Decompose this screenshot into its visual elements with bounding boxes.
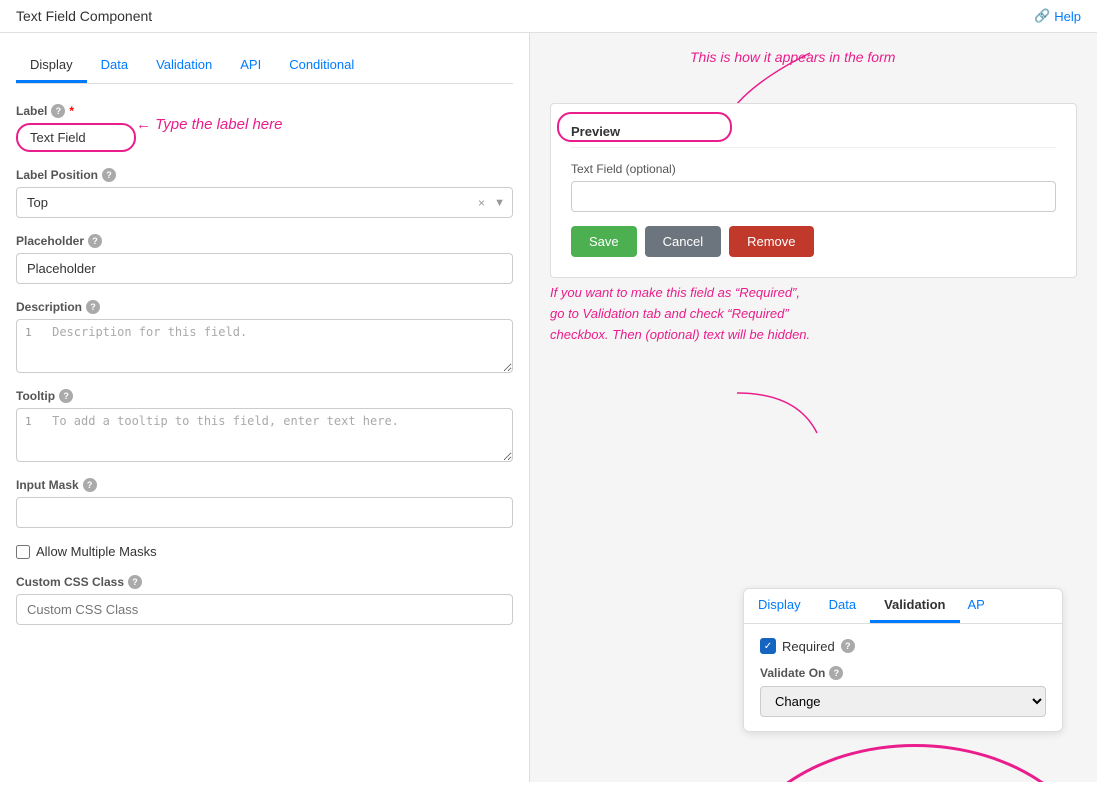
- title-bar: Text Field Component 🔗 Help: [0, 0, 1097, 33]
- left-panel: Display Data Validation API Conditional …: [0, 33, 530, 782]
- validation-panel: Display Data Validation AP ✓ Required ?: [743, 588, 1063, 732]
- custom-css-text: Custom CSS Class: [16, 575, 124, 589]
- tooltip-info-icon[interactable]: ?: [59, 389, 73, 403]
- tab-data[interactable]: Data: [87, 49, 142, 83]
- description-line-num: 1: [25, 326, 45, 339]
- validate-on-group: Validate On ? Change Blur Submit: [760, 666, 1046, 717]
- input-mask-label: Input Mask ?: [16, 478, 513, 492]
- label-input[interactable]: [16, 123, 136, 152]
- remove-button[interactable]: Remove: [729, 226, 813, 257]
- description-info-icon[interactable]: ?: [86, 300, 100, 314]
- placeholder-label: Placeholder ?: [16, 234, 513, 248]
- label-text: Label: [16, 104, 47, 118]
- validate-on-label: Validate On ?: [760, 666, 1046, 680]
- placeholder-group: Placeholder ?: [16, 234, 513, 284]
- placeholder-input[interactable]: [16, 253, 513, 284]
- description-placeholder: Description for this field.: [52, 325, 247, 339]
- tab-conditional[interactable]: Conditional: [275, 49, 368, 83]
- window-title: Text Field Component: [16, 8, 152, 24]
- custom-css-info-icon[interactable]: ?: [128, 575, 142, 589]
- tooltip-placeholder: To add a tooltip to this field, enter te…: [52, 414, 399, 428]
- vtab-ap[interactable]: AP: [960, 589, 993, 623]
- action-buttons: Save Cancel Remove: [571, 226, 1056, 257]
- label-field-group: Label ? *: [16, 104, 513, 152]
- help-label: Help: [1054, 9, 1081, 24]
- cancel-button[interactable]: Cancel: [645, 226, 721, 257]
- tooltip-textarea-inner: 1 To add a tooltip to this field, enter …: [17, 409, 512, 461]
- validation-circle: [730, 744, 1097, 782]
- label-position-label: Label Position ?: [16, 168, 513, 182]
- custom-css-label: Custom CSS Class ?: [16, 575, 513, 589]
- tab-api[interactable]: API: [226, 49, 275, 83]
- required-info-icon[interactable]: ?: [841, 639, 855, 653]
- preview-field-label: Text Field (optional): [571, 162, 1056, 176]
- vtab-data[interactable]: Data: [815, 589, 870, 623]
- placeholder-text: Placeholder: [16, 234, 84, 248]
- select-clear-icon[interactable]: ×: [478, 196, 485, 210]
- description-text: Description: [16, 300, 82, 314]
- custom-css-group: Custom CSS Class ?: [16, 575, 513, 625]
- input-mask-group: Input Mask ?: [16, 478, 513, 528]
- preview-field-input[interactable]: [571, 181, 1056, 212]
- vtab-display[interactable]: Display: [744, 589, 815, 623]
- input-mask-text: Input Mask: [16, 478, 79, 492]
- required-arrow-svg: [737, 313, 837, 413]
- tooltip-line-num: 1: [25, 415, 45, 428]
- window: Text Field Component 🔗 Help Display Data…: [0, 0, 1097, 789]
- required-checkbox[interactable]: ✓: [760, 638, 776, 654]
- preview-title: Preview: [571, 124, 1056, 148]
- preview-box: Preview Text Field (optional) Save Cance…: [550, 103, 1077, 278]
- label-position-select-wrapper: Top Left Right Bottom × ▼: [16, 187, 513, 218]
- label-info-icon[interactable]: ?: [51, 104, 65, 118]
- input-mask-input[interactable]: [16, 497, 513, 528]
- label-position-select[interactable]: Top Left Right Bottom: [16, 187, 513, 218]
- label-position-info-icon[interactable]: ?: [102, 168, 116, 182]
- validate-on-info-icon[interactable]: ?: [829, 666, 843, 680]
- description-label: Description ?: [16, 300, 513, 314]
- right-panel: This is how it appears in the form Previ…: [530, 33, 1097, 782]
- description-textarea-inner: 1 Description for this field.: [17, 320, 512, 372]
- allow-multiple-masks-label[interactable]: Allow Multiple Masks: [36, 544, 157, 559]
- help-icon: 🔗: [1034, 8, 1050, 24]
- description-textarea-wrapper: 1 Description for this field.: [16, 319, 513, 373]
- preview-annotation: This is how it appears in the form: [690, 49, 895, 65]
- custom-css-input[interactable]: [16, 594, 513, 625]
- tooltip-label: Tooltip ?: [16, 389, 513, 403]
- description-group: Description ? 1 Description for this fie…: [16, 300, 513, 373]
- label-position-group: Label Position ? Top Left Right Bottom ×…: [16, 168, 513, 218]
- preview-arrow-svg: [670, 43, 730, 93]
- required-label: Required: [782, 639, 835, 654]
- label-position-text: Label Position: [16, 168, 98, 182]
- main-content: Display Data Validation API Conditional …: [0, 33, 1097, 782]
- vtab-validation[interactable]: Validation: [870, 589, 959, 623]
- tab-bar: Display Data Validation API Conditional: [16, 49, 513, 84]
- allow-multiple-masks-group: Allow Multiple Masks: [16, 544, 513, 559]
- required-row: ✓ Required ?: [760, 638, 1046, 654]
- save-button[interactable]: Save: [571, 226, 637, 257]
- tab-validation[interactable]: Validation: [142, 49, 226, 83]
- tooltip-text: Tooltip: [16, 389, 55, 403]
- validate-on-select[interactable]: Change Blur Submit: [760, 686, 1046, 717]
- tab-display[interactable]: Display: [16, 49, 87, 83]
- validation-tab-bar: Display Data Validation AP: [744, 589, 1062, 624]
- allow-multiple-masks-checkbox[interactable]: [16, 545, 30, 559]
- help-link[interactable]: 🔗 Help: [1034, 8, 1081, 24]
- required-annotation: If you want to make this field as “Requi…: [550, 283, 810, 345]
- placeholder-info-icon[interactable]: ?: [88, 234, 102, 248]
- label-field-label: Label ? *: [16, 104, 513, 118]
- tooltip-textarea-wrapper: 1 To add a tooltip to this field, enter …: [16, 408, 513, 462]
- input-mask-info-icon[interactable]: ?: [83, 478, 97, 492]
- validation-body: ✓ Required ? Validate On ? Change: [744, 624, 1062, 731]
- required-star: *: [69, 104, 74, 118]
- tooltip-group: Tooltip ? 1 To add a tooltip to this fie…: [16, 389, 513, 462]
